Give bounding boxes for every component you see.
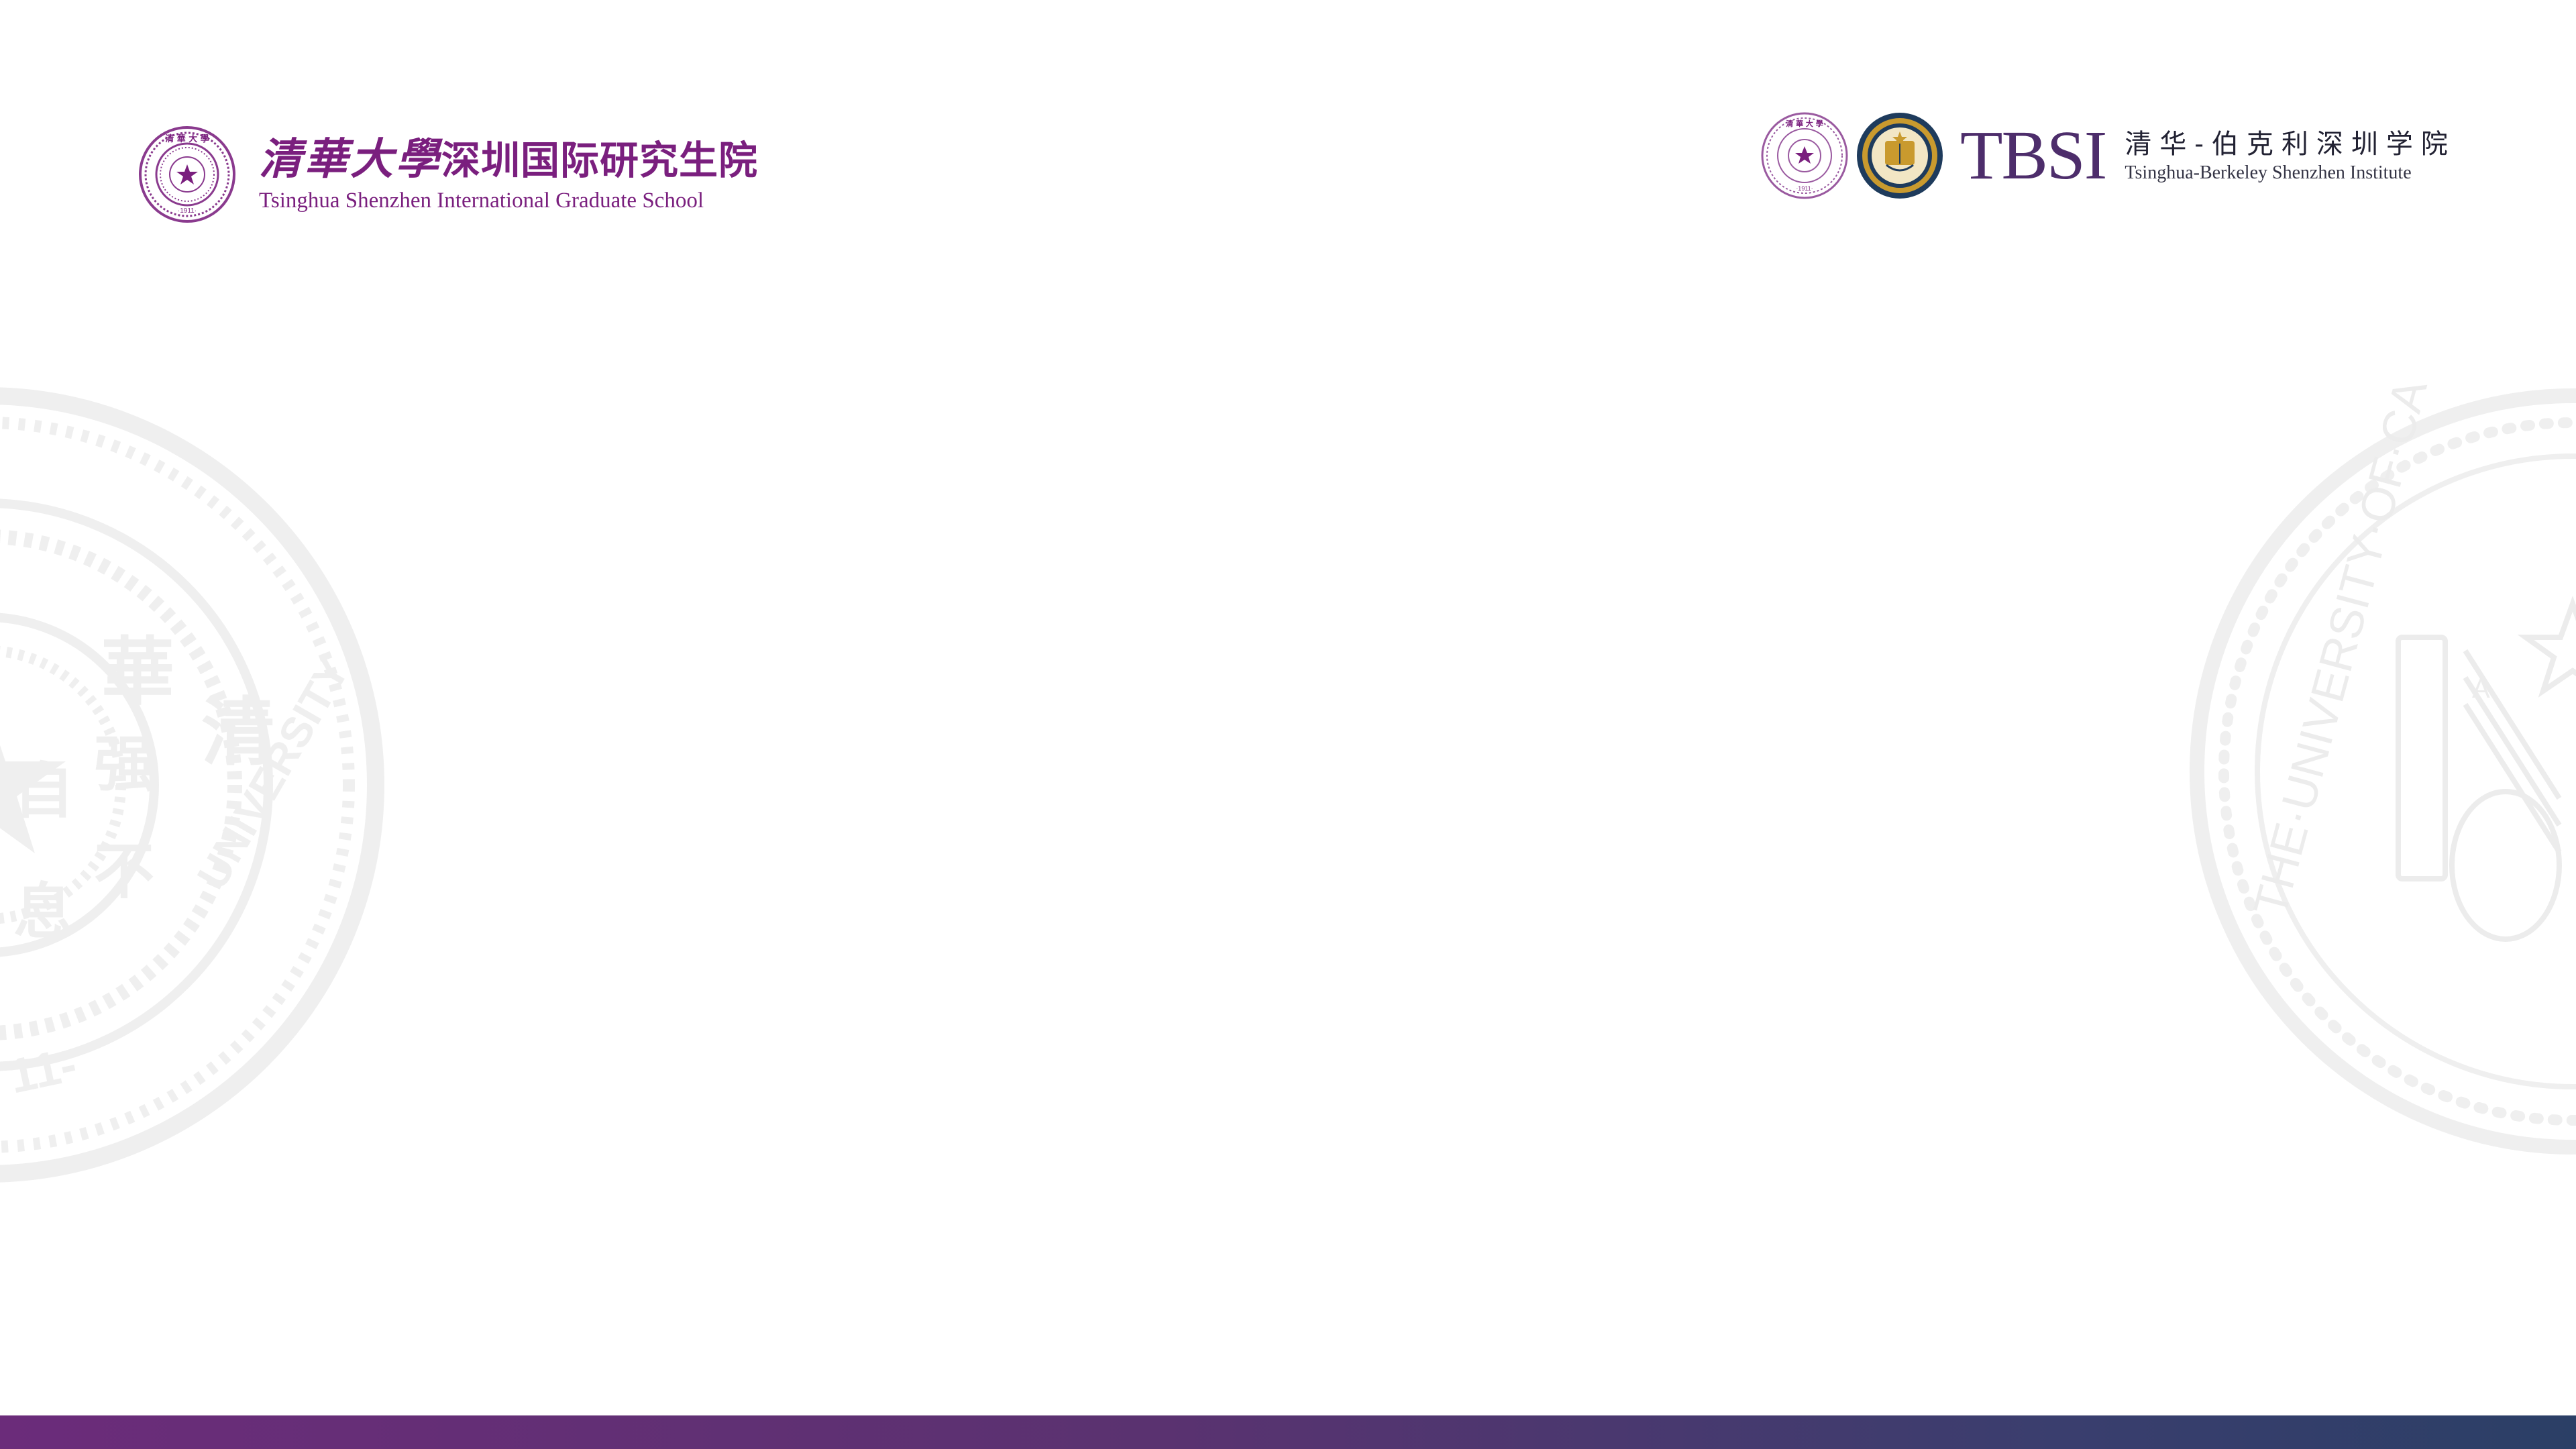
svg-text:不: 不	[94, 837, 154, 907]
tbsi-en-name: Tsinghua-Berkeley Shenzhen Institute	[2125, 162, 2412, 183]
svg-text:華: 華	[101, 629, 174, 715]
svg-text:强: 强	[94, 729, 154, 800]
svg-text:·1911·: ·1911·	[178, 207, 197, 215]
tbsi-wordmark: TBSI	[1960, 117, 2107, 194]
svg-text:A: A	[2472, 674, 2490, 704]
tbsi-text: 清华-伯克利深圳学院 Tsinghua-Berkeley Shenzhen In…	[2125, 127, 2456, 184]
tsinghua-sigs-cn-name: 清華大學深圳国际研究生院	[259, 133, 759, 184]
berkeley-seal-icon	[1857, 113, 1943, 199]
watermark-right-text: THE·UNIVERSITY·OF·CA	[2243, 382, 2437, 922]
tbsi-logo: 清 華 大 學 ·1911· TBSI 清华-伯克利深圳学院 Tsinghua-…	[1760, 110, 2456, 201]
svg-text:自: 自	[13, 756, 74, 826]
tsinghua-seal-watermark: UNIVERSITY 11- 華 清 自 强 不 息	[0, 387, 384, 1183]
tsinghua-seal-icon: 清 華 大 學 ·1911·	[139, 126, 235, 223]
footer-bar	[0, 1415, 2576, 1449]
svg-text:清 華 大 學: 清 華 大 學	[165, 133, 209, 144]
tbsi-cn-name: 清华-伯克利深圳学院	[2125, 129, 2456, 160]
tsinghua-sigs-en-name: Tsinghua Shenzhen International Graduate…	[259, 188, 704, 213]
slide-background: UNIVERSITY 11- 華 清 自 强 不 息 THE·UNIVERSIT…	[0, 0, 2576, 1449]
svg-text:息: 息	[13, 877, 74, 947]
svg-text:·1911·: ·1911·	[1796, 185, 1813, 192]
svg-text:清 華 大 學: 清 華 大 學	[1786, 119, 1823, 128]
tsinghua-sigs-text: 清華大學深圳国际研究生院 Tsinghua Shenzhen Internati…	[259, 133, 759, 214]
tsinghua-seal-small-icon: 清 華 大 學 ·1911·	[1761, 112, 1848, 199]
tsinghua-sigs-logo: 清 華 大 學 ·1911· 清華大學深圳国际研究生院 Tsinghua She…	[138, 125, 758, 224]
berkeley-seal-watermark: THE·UNIVERSITY·OF·CA A LET THERE ·186	[2190, 382, 2576, 1155]
svg-text:11-: 11-	[5, 1038, 82, 1104]
svg-text:清: 清	[201, 690, 275, 775]
